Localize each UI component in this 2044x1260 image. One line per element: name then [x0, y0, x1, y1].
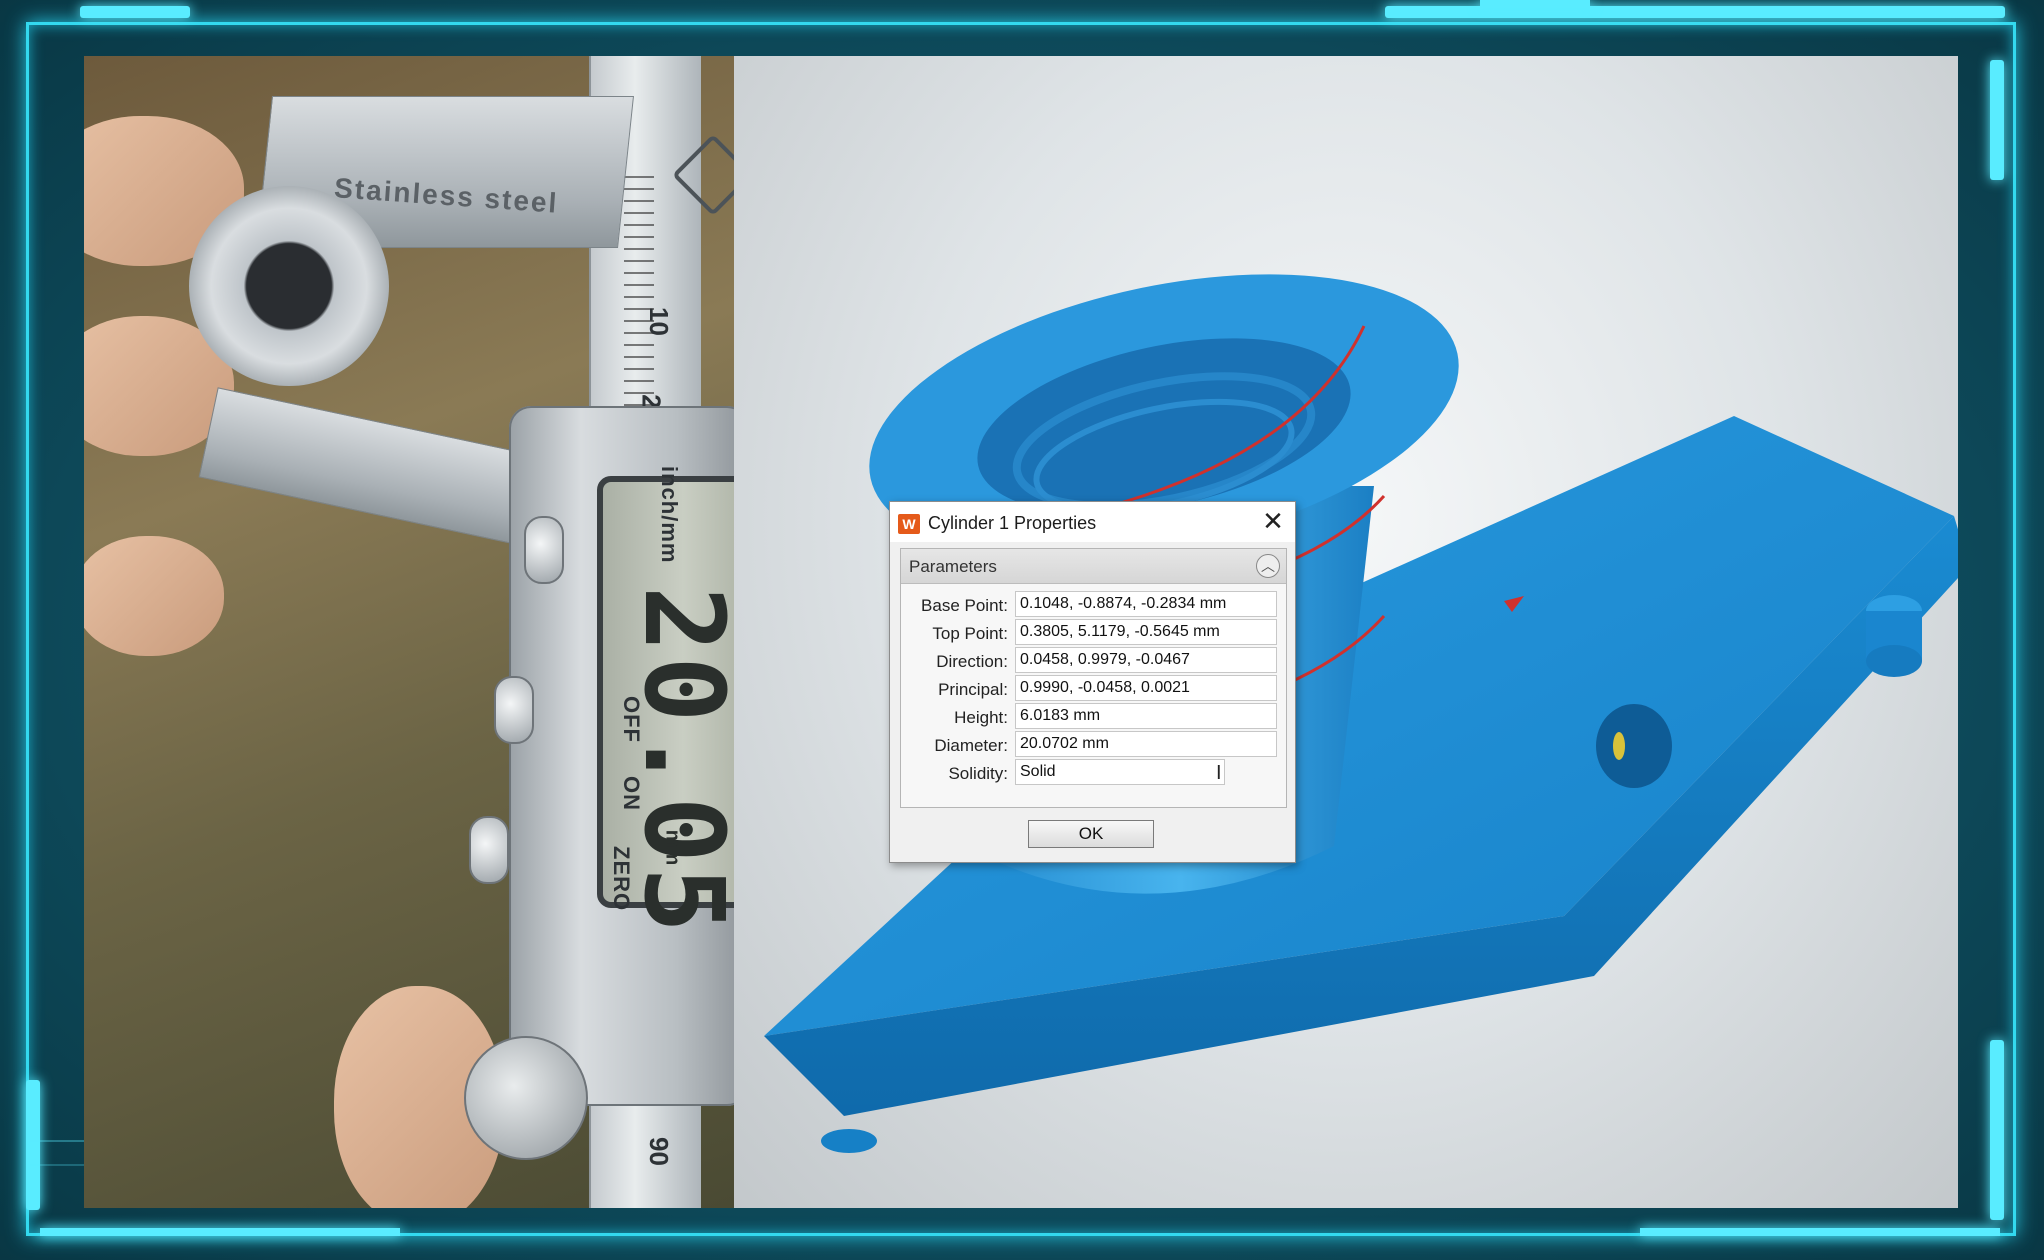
base-point-field[interactable]: 0.1048, -0.8874, -0.2834 mm — [1015, 591, 1277, 617]
machined-part — [189, 186, 389, 386]
caliper-photo: Stainless steel meinaite 10 2 20.05 mm i… — [84, 56, 734, 1208]
parameters-group-title: Parameters — [909, 557, 997, 576]
scale-number: 90 — [643, 1137, 674, 1166]
frame-accent-top-notch — [1480, 0, 1590, 8]
param-label: Direction: — [936, 652, 1008, 671]
side-hole-highlight — [1613, 732, 1625, 760]
zero-label: ZERO — [609, 846, 634, 912]
parameters-group-header[interactable]: Parameters ︿ — [901, 549, 1286, 584]
dialog-title: Cylinder 1 Properties — [928, 513, 1097, 533]
height-field[interactable]: 6.0183 mm — [1015, 703, 1277, 729]
direction-field[interactable]: 0.0458, 0.9979, -0.0467 — [1015, 647, 1277, 673]
chevron-up-icon[interactable]: ︿ — [1256, 554, 1280, 578]
param-row-top-point: Top Point: 0.3805, 5.1179, -0.5645 mm — [901, 619, 1286, 647]
on-off-button — [494, 676, 534, 744]
dialog-titlebar[interactable]: W Cylinder 1 Properties ✕ — [890, 502, 1295, 542]
param-label: Diameter: — [934, 736, 1008, 755]
frame-accent-top-right — [1385, 6, 2005, 18]
frame-accent-right-top — [1990, 60, 2004, 180]
zero-button — [469, 816, 509, 884]
param-row-principal: Principal: 0.9990, -0.0458, 0.0021 — [901, 675, 1286, 703]
diameter-field[interactable]: 20.0702 mm — [1015, 731, 1277, 757]
pin-bottom — [1866, 645, 1922, 677]
side-hole — [1596, 704, 1672, 788]
content-area: Stainless steel meinaite 10 2 20.05 mm i… — [84, 56, 1958, 1208]
frame-accent-bottom-left — [40, 1228, 400, 1236]
foot — [821, 1129, 877, 1153]
solidity-field[interactable]: Solid I — [1015, 759, 1225, 785]
finger — [84, 536, 224, 656]
ok-button[interactable]: OK — [1028, 820, 1154, 848]
inch-mm-button — [524, 516, 564, 584]
app-icon: W — [898, 514, 920, 534]
parameters-group: Parameters ︿ Base Point: 0.1048, -0.8874… — [900, 548, 1287, 808]
principal-field[interactable]: 0.9990, -0.0458, 0.0021 — [1015, 675, 1277, 701]
off-label: OFF — [619, 696, 644, 743]
on-label: ON — [619, 776, 644, 811]
param-row-base-point: Base Point: 0.1048, -0.8874, -0.2834 mm — [901, 591, 1286, 619]
param-label: Height: — [954, 708, 1008, 727]
param-row-height: Height: 6.0183 mm — [901, 703, 1286, 731]
inch-mm-label: inch/mm — [657, 466, 682, 564]
param-label: Solidity: — [948, 764, 1008, 783]
param-label: Principal: — [938, 680, 1008, 699]
param-row-diameter: Diameter: 20.0702 mm — [901, 731, 1286, 759]
frame-accent-right-bottom — [1990, 1040, 2004, 1220]
param-label: Base Point: — [921, 596, 1008, 615]
frame-accent-top-left — [80, 6, 190, 18]
param-label: Top Point: — [932, 624, 1008, 643]
cylinder-properties-dialog: W Cylinder 1 Properties ✕ Parameters ︿ B… — [889, 501, 1296, 863]
param-row-direction: Direction: 0.0458, 0.9979, -0.0467 — [901, 647, 1286, 675]
top-point-field[interactable]: 0.3805, 5.1179, -0.5645 mm — [1015, 619, 1277, 645]
frame-accent-bottom-right — [1640, 1228, 2000, 1236]
solidity-value: Solid — [1020, 763, 1056, 780]
param-row-solidity: Solidity: Solid I — [901, 759, 1286, 787]
close-icon[interactable]: ✕ — [1258, 506, 1288, 536]
caliper-thumb-wheel — [464, 1036, 588, 1160]
scale-number: 10 — [643, 307, 674, 336]
text-cursor-icon: I — [1216, 762, 1222, 784]
caliper-reading-unit: mm — [661, 829, 684, 866]
